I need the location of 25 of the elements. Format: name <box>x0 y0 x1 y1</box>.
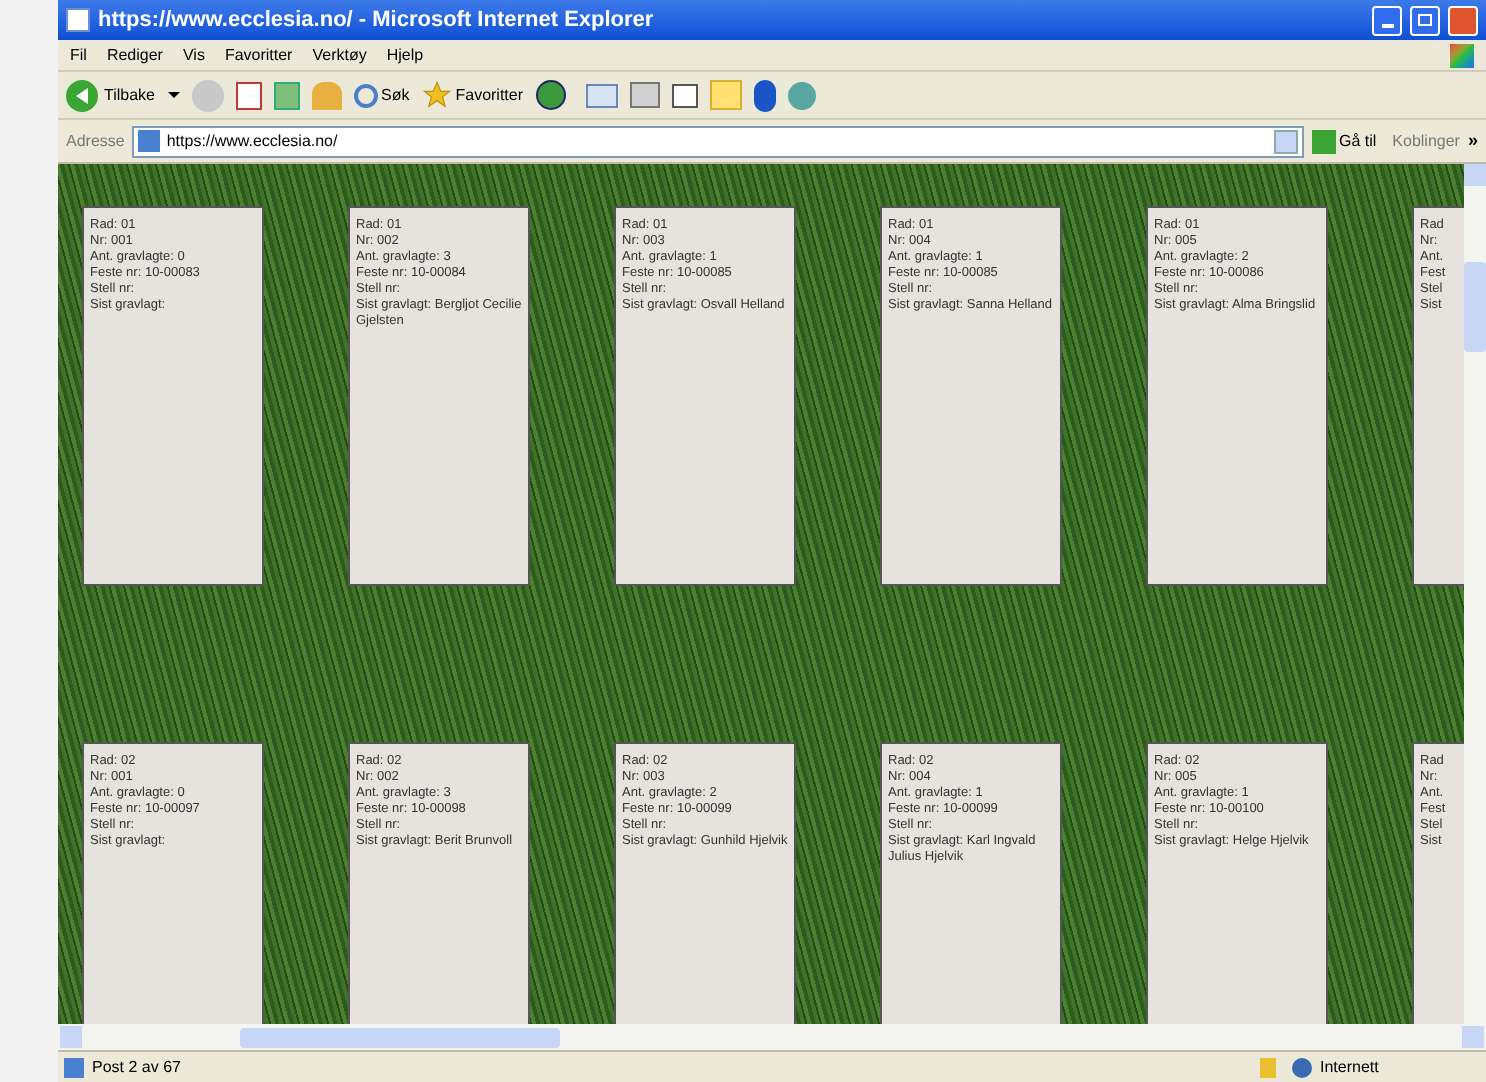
vertical-scrollbar[interactable] <box>1464 164 1486 1024</box>
menu-item[interactable]: Vis <box>182 43 205 67</box>
search-button[interactable]: Søk <box>353 83 410 107</box>
star-icon <box>421 80 452 110</box>
address-field[interactable]: https://www.ecclesia.no/ <box>132 125 1303 157</box>
dropdown-caret-icon[interactable] <box>167 92 179 98</box>
status-text: Post 2 av 67 <box>92 1055 183 1079</box>
close-button[interactable] <box>1448 5 1478 35</box>
go-button[interactable]: Gå til <box>1311 129 1377 153</box>
favorites-button[interactable]: Favoritter <box>421 80 524 110</box>
dropdown-button[interactable] <box>1273 129 1297 153</box>
minimize-button[interactable] <box>1372 5 1402 35</box>
zone-text: Internett <box>1320 1055 1381 1079</box>
menu-item[interactable]: Verktøy <box>312 43 367 67</box>
menu-item[interactable]: Fil <box>70 43 87 67</box>
links-label[interactable]: Koblinger <box>1392 129 1460 153</box>
menu-item[interactable]: Rediger <box>106 43 163 67</box>
address-label: Adresse <box>66 129 125 153</box>
more-chevron[interactable]: » <box>1467 127 1478 155</box>
back-button[interactable]: Tilbake <box>66 79 155 111</box>
maximize-button[interactable] <box>1410 5 1440 35</box>
menu-item[interactable]: Hjelp <box>386 43 424 67</box>
window-title: https://www.ecclesia.no/ - Microsoft Internet Explorer <box>98 5 656 36</box>
menu-item[interactable]: Favoritter <box>224 43 293 67</box>
horizontal-scrollbar[interactable] <box>58 1024 1486 1050</box>
